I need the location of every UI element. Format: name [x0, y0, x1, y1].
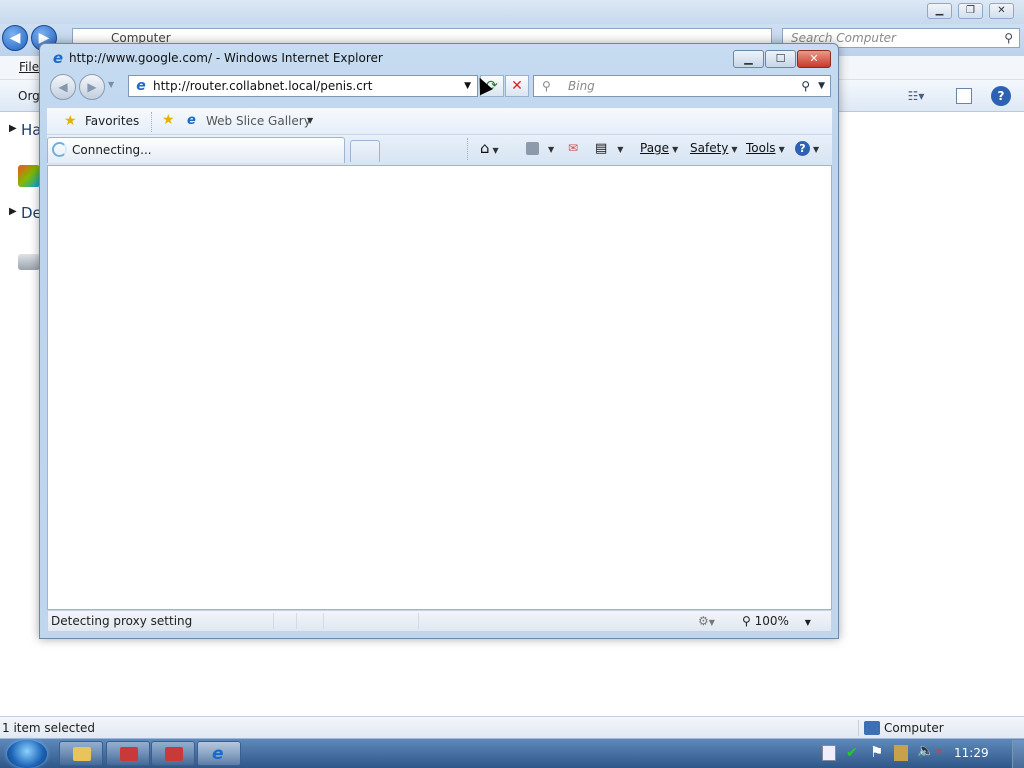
web-slice-dropdown[interactable]: ▼ [307, 116, 313, 125]
print-button[interactable]: ▤ ▼ [595, 140, 623, 158]
page-menu[interactable]: Page ▼ [640, 140, 678, 158]
ie-logo-icon: e [52, 49, 64, 67]
clock[interactable]: 11:29 [954, 746, 989, 760]
explorer-minimize-button[interactable]: ▁ [927, 3, 952, 19]
location-status: Computer [884, 721, 944, 735]
favorites-bar: ★ Favorites ★ e Web Slice Gallery ▼ [47, 107, 832, 135]
active-tab[interactable]: Connecting... [47, 137, 345, 163]
page-icon: e [136, 78, 146, 94]
expand-arrow-icon[interactable]: ▶ [9, 206, 17, 217]
search-options-dropdown[interactable]: ▼ [818, 76, 825, 96]
divider [418, 613, 419, 629]
security-center-icon[interactable]: ✔ [846, 745, 858, 761]
ie-logo-icon: e [212, 744, 224, 764]
feeds-button[interactable]: ▼ [526, 140, 554, 158]
divider [858, 720, 859, 736]
web-slice-icon: e [187, 113, 196, 128]
ie-close-button[interactable]: ✕ [797, 50, 831, 68]
taskbar-app-2[interactable] [151, 741, 195, 766]
mail-icon: ✉ [568, 141, 579, 155]
ie-maximize-button[interactable]: ☐ [765, 50, 796, 68]
ie-title-text: http://www.google.com/ - Windows Interne… [69, 51, 383, 65]
explorer-status-bar: 1 item selected Computer [0, 716, 1024, 738]
stop-button[interactable]: ✕ [505, 75, 529, 97]
volume-muted-icon[interactable]: 🔈✕ [917, 743, 943, 759]
security-icon[interactable]: ⚙▼ [698, 611, 715, 633]
ie-minimize-button[interactable]: ▁ [733, 50, 764, 68]
new-tab-button[interactable] [350, 140, 380, 162]
zoom-control[interactable]: ⚲ 100% ▼ [742, 611, 811, 633]
recent-pages-dropdown[interactable]: ▼ [108, 80, 114, 89]
print-icon: ▤ [595, 141, 608, 156]
back-icon: ◀ [9, 30, 21, 46]
explorer-back-button[interactable]: ◀ [2, 25, 28, 51]
ie-search-placeholder: Bing [568, 79, 595, 93]
disc-drive-icon[interactable] [18, 254, 40, 270]
tab-label: Connecting... [72, 143, 152, 157]
explorer-restore-button[interactable]: ❐ [958, 3, 983, 19]
folder-icon [73, 747, 91, 761]
help-menu[interactable]: ? ▼ [795, 140, 819, 158]
explorer-close-button[interactable]: ✕ [989, 3, 1014, 19]
toolbox-icon [120, 747, 138, 761]
ie-status-bar: Detecting proxy setting ⚙▼ ⚲ 100% ▼ [47, 610, 832, 632]
search-provider-icon: ⚲ [542, 79, 551, 93]
home-button[interactable]: ⌂ ▼ [480, 140, 499, 159]
page-content[interactable] [47, 165, 832, 610]
address-dropdown-icon[interactable]: ▼ [464, 76, 471, 96]
tools-menu[interactable]: Tools ▼ [746, 140, 785, 158]
menu-file[interactable]: File [19, 60, 39, 74]
zoom-level: 100% [754, 614, 789, 628]
taskbar-explorer[interactable] [59, 741, 103, 766]
forward-icon: ▶ [87, 80, 97, 94]
ie-window: e http://www.google.com/ - Windows Inter… [39, 43, 839, 639]
divider [323, 613, 324, 629]
stop-icon: ✕ [511, 78, 523, 94]
divider [273, 613, 274, 629]
notes-icon[interactable] [822, 745, 836, 761]
ie-address-bar[interactable]: e http://router.collabnet.local/penis.cr… [128, 75, 478, 97]
tools-menu-label: Tools [746, 141, 776, 155]
help-icon[interactable]: ? [991, 86, 1011, 106]
favorites-star-icon: ★ [64, 113, 77, 129]
taskbar-ie[interactable]: e [197, 741, 241, 766]
safety-menu-label: Safety [690, 141, 729, 155]
feeds-icon [526, 142, 539, 155]
read-mail-button[interactable]: ✉ [568, 140, 578, 156]
network-icon[interactable] [894, 745, 908, 761]
loading-spinner-icon [52, 142, 67, 157]
divider [467, 138, 468, 160]
add-favorite-icon[interactable]: ★ [162, 112, 175, 128]
explorer-title-bar: ▁ ❐ ✕ [0, 0, 1024, 24]
computer-icon [864, 721, 880, 735]
ie-address-text: http://router.collabnet.local/penis.crt [153, 79, 373, 93]
organize-button[interactable]: Org [18, 89, 40, 103]
search-icon[interactable]: ⚲ [801, 76, 810, 96]
divider [151, 112, 152, 132]
home-icon: ⌂ [480, 139, 490, 157]
safety-menu[interactable]: Safety ▼ [690, 140, 738, 158]
show-desktop-button[interactable] [1012, 740, 1024, 768]
toolbox-icon [165, 747, 183, 761]
favorites-button[interactable]: Favorites [85, 114, 139, 128]
ie-search-input[interactable]: ⚲ Bing ⚲ ▼ [533, 75, 831, 97]
divider [296, 613, 297, 629]
page-menu-label: Page [640, 141, 670, 155]
preview-pane-icon[interactable] [956, 88, 972, 104]
expand-arrow-icon[interactable]: ▶ [9, 123, 17, 134]
views-icon[interactable]: ☷▾ [902, 88, 930, 104]
back-icon: ◀ [58, 80, 68, 94]
start-orb-icon[interactable] [7, 740, 47, 768]
search-icon: ⚲ [1004, 31, 1013, 45]
zoom-icon: ⚲ [742, 614, 751, 628]
status-text: Detecting proxy setting [51, 614, 193, 628]
drive-icon[interactable] [18, 165, 40, 187]
taskbar-app-1[interactable] [106, 741, 150, 766]
web-slice-gallery-link[interactable]: Web Slice Gallery [206, 114, 311, 128]
ie-back-button[interactable]: ◀ [50, 74, 76, 100]
flag-icon[interactable]: ⚑ [870, 743, 883, 761]
selection-status: 1 item selected [2, 721, 96, 735]
ie-forward-button[interactable]: ▶ [79, 74, 105, 100]
help-icon: ? [795, 141, 810, 156]
